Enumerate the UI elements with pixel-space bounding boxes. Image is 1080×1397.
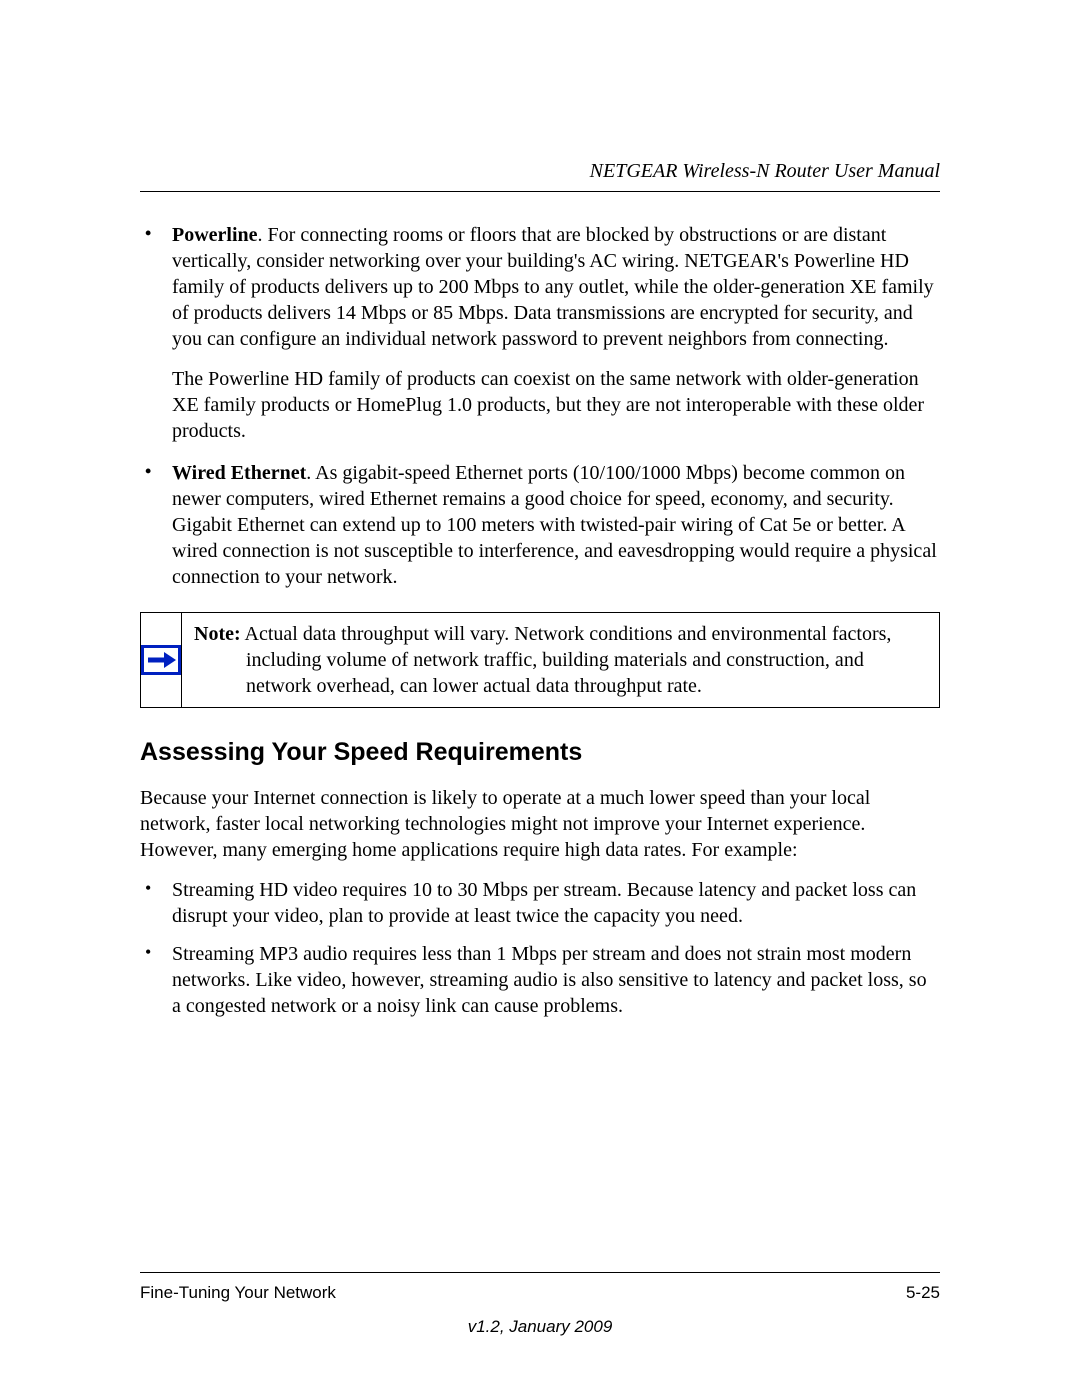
note-text: Note: Actual data throughput will vary. … (182, 613, 939, 707)
bullet-lead-wired: Wired Ethernet (172, 462, 306, 484)
bullet-wired-para-1: Wired Ethernet. As gigabit-speed Etherne… (172, 460, 940, 590)
footer-right: 5-25 (906, 1283, 940, 1303)
bullet-lead-powerline: Powerline (172, 224, 258, 246)
sub-item-1: Streaming HD video requires 10 to 30 Mbp… (172, 879, 916, 927)
section-intro: Because your Internet connection is like… (140, 785, 940, 863)
bullet-wired-ethernet: Wired Ethernet. As gigabit-speed Etherne… (140, 460, 940, 590)
bullet-powerline: Powerline. For connecting rooms or floor… (140, 222, 940, 444)
sub-item-2: Streaming MP3 audio requires less than 1… (172, 943, 927, 1017)
list-item: Streaming MP3 audio requires less than 1… (140, 941, 940, 1019)
note-rest: including volume of network traffic, bui… (194, 647, 919, 699)
page: NETGEAR Wireless-N Router User Manual Po… (0, 0, 1080, 1397)
arrow-right-icon (141, 645, 181, 675)
section-heading: Assessing Your Speed Requirements (140, 736, 940, 769)
arrow-right-svg (146, 651, 176, 669)
page-header: NETGEAR Wireless-N Router User Manual (140, 160, 940, 192)
bullet-powerline-para-2: The Powerline HD family of products can … (172, 366, 940, 444)
main-bullet-list: Powerline. For connecting rooms or floor… (140, 222, 940, 590)
page-footer: Fine-Tuning Your Network 5-25 v1.2, Janu… (140, 1272, 940, 1337)
header-title: NETGEAR Wireless-N Router User Manual (590, 160, 940, 182)
footer-row: Fine-Tuning Your Network 5-25 (140, 1283, 940, 1303)
note-box: Note: Actual data throughput will vary. … (140, 612, 940, 708)
section-sub-list: Streaming HD video requires 10 to 30 Mbp… (140, 877, 940, 1019)
footer-left: Fine-Tuning Your Network (140, 1283, 336, 1303)
list-item: Streaming HD video requires 10 to 30 Mbp… (140, 877, 940, 929)
page-content: Powerline. For connecting rooms or floor… (140, 222, 940, 1272)
bullet-powerline-text-1: . For connecting rooms or floors that ar… (172, 224, 934, 350)
note-line-1: Actual data throughput will vary. Networ… (241, 623, 892, 645)
bullet-powerline-para-1: Powerline. For connecting rooms or floor… (172, 222, 940, 352)
note-label: Note: (194, 623, 241, 645)
note-icon-cell (141, 613, 182, 707)
footer-version: v1.2, January 2009 (140, 1317, 940, 1337)
